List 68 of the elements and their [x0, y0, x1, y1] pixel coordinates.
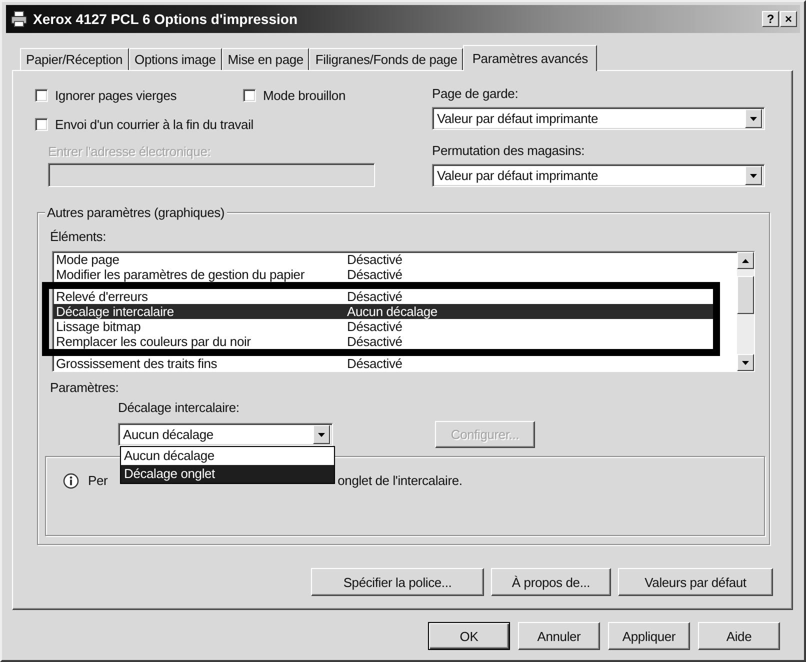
item-value: Désactivé: [347, 356, 402, 371]
item-value: Désactivé: [347, 319, 402, 334]
defaults-button[interactable]: Valeurs par défaut: [618, 568, 773, 596]
context-help-button[interactable]: ?: [762, 11, 779, 27]
tab[interactable]: Mise en page: [222, 48, 310, 70]
caret-icon: [750, 174, 757, 178]
help-button[interactable]: Aide: [698, 622, 780, 650]
printer-icon: [10, 10, 28, 28]
dropdown-button[interactable]: [745, 166, 762, 185]
item-name: Modifier les paramètres de gestion du papier: [56, 267, 306, 282]
list-row[interactable]: Décalage intercalaire Aucun décalage: [53, 304, 713, 319]
dropdown-option[interactable]: Aucun décalage: [121, 447, 334, 465]
list-row[interactable]: Relevé d'erreurs Désactivé: [53, 289, 713, 304]
dropdown-select[interactable]: Aucun décalage: [118, 423, 333, 446]
group-title: Autres paramètres (graphiques): [45, 205, 227, 220]
dropdown-option[interactable]: Décalage onglet: [121, 465, 334, 483]
info-text: onglet de l'intercalaire.: [338, 473, 462, 489]
dropdown-button[interactable]: [745, 109, 762, 128]
list-row[interactable]: Modifier les paramètres de gestion du papier Désactivé: [53, 267, 737, 282]
tab[interactable]: Paramètres avancés: [463, 45, 597, 71]
item-value: Désactivé: [347, 267, 402, 282]
info-icon: [63, 473, 79, 489]
item-name: Relevé d'erreurs: [56, 289, 149, 304]
cancel-button[interactable]: Annuler: [518, 622, 600, 650]
checkbox-label[interactable]: Envoi d'un courrier à la fin du travail: [55, 116, 254, 132]
tab[interactable]: Options image: [128, 48, 222, 70]
field-label: Éléments:: [50, 229, 108, 244]
font-button[interactable]: Spécifier la police...: [311, 568, 484, 596]
apply-button[interactable]: Appliquer: [608, 622, 690, 650]
ok-button[interactable]: OK: [428, 622, 510, 650]
scroll-down-button[interactable]: [737, 354, 754, 371]
about-button[interactable]: À propos de...: [491, 568, 611, 596]
tab[interactable]: Filigranes/Fonds de page: [309, 48, 464, 70]
caret-icon: [750, 116, 757, 120]
down-arrow-icon: [742, 360, 749, 364]
tab[interactable]: Papier/Réception: [20, 48, 129, 70]
field-label: Décalage intercalaire:: [118, 400, 240, 415]
field-label: Permutation des magasins:: [432, 143, 586, 158]
item-name: Décalage intercalaire: [56, 304, 175, 319]
list-row[interactable]: Grossissement des traits fins Désactivé: [53, 356, 737, 371]
caret-icon: [318, 432, 325, 436]
close-button[interactable]: ×: [780, 11, 797, 27]
checkbox-label[interactable]: Mode brouillon: [263, 88, 346, 102]
item-name: Lissage bitmap: [56, 319, 142, 334]
dropdown-button[interactable]: [313, 425, 330, 444]
checkbox[interactable]: [35, 88, 48, 102]
info-text: Per: [88, 473, 108, 489]
list-row[interactable]: Mode page Désactivé: [53, 252, 737, 267]
checkbox-label[interactable]: Ignorer pages vierges: [55, 88, 177, 102]
item-name: Remplacer les couleurs par du noir: [56, 334, 252, 349]
item-value: Aucun décalage: [347, 304, 438, 319]
dropdown-select[interactable]: Valeur par défaut imprimante: [432, 164, 765, 187]
up-arrow-icon: [742, 258, 749, 262]
window-title: Xerox 4127 PCL 6 Options d'impression: [33, 11, 298, 27]
checkbox[interactable]: [35, 118, 48, 130]
item-name: Grossissement des traits fins: [56, 356, 218, 371]
list-row[interactable]: Lissage bitmap Désactivé: [53, 319, 713, 334]
item-value: Désactivé: [347, 334, 402, 349]
field-label: Page de garde:: [432, 86, 520, 101]
field-label: Paramètres:: [50, 380, 120, 395]
scroll-thumb[interactable]: [737, 276, 754, 314]
checkbox[interactable]: [243, 88, 256, 102]
dropdown-select[interactable]: Valeur par défaut imprimante: [432, 107, 765, 130]
scroll-up-button[interactable]: [737, 252, 754, 269]
list-row[interactable]: Remplacer les couleurs par du noir Désactivé: [53, 334, 713, 349]
item-name: Mode page: [56, 252, 120, 267]
item-value: Désactivé: [347, 252, 402, 267]
item-value: Désactivé: [347, 289, 402, 304]
